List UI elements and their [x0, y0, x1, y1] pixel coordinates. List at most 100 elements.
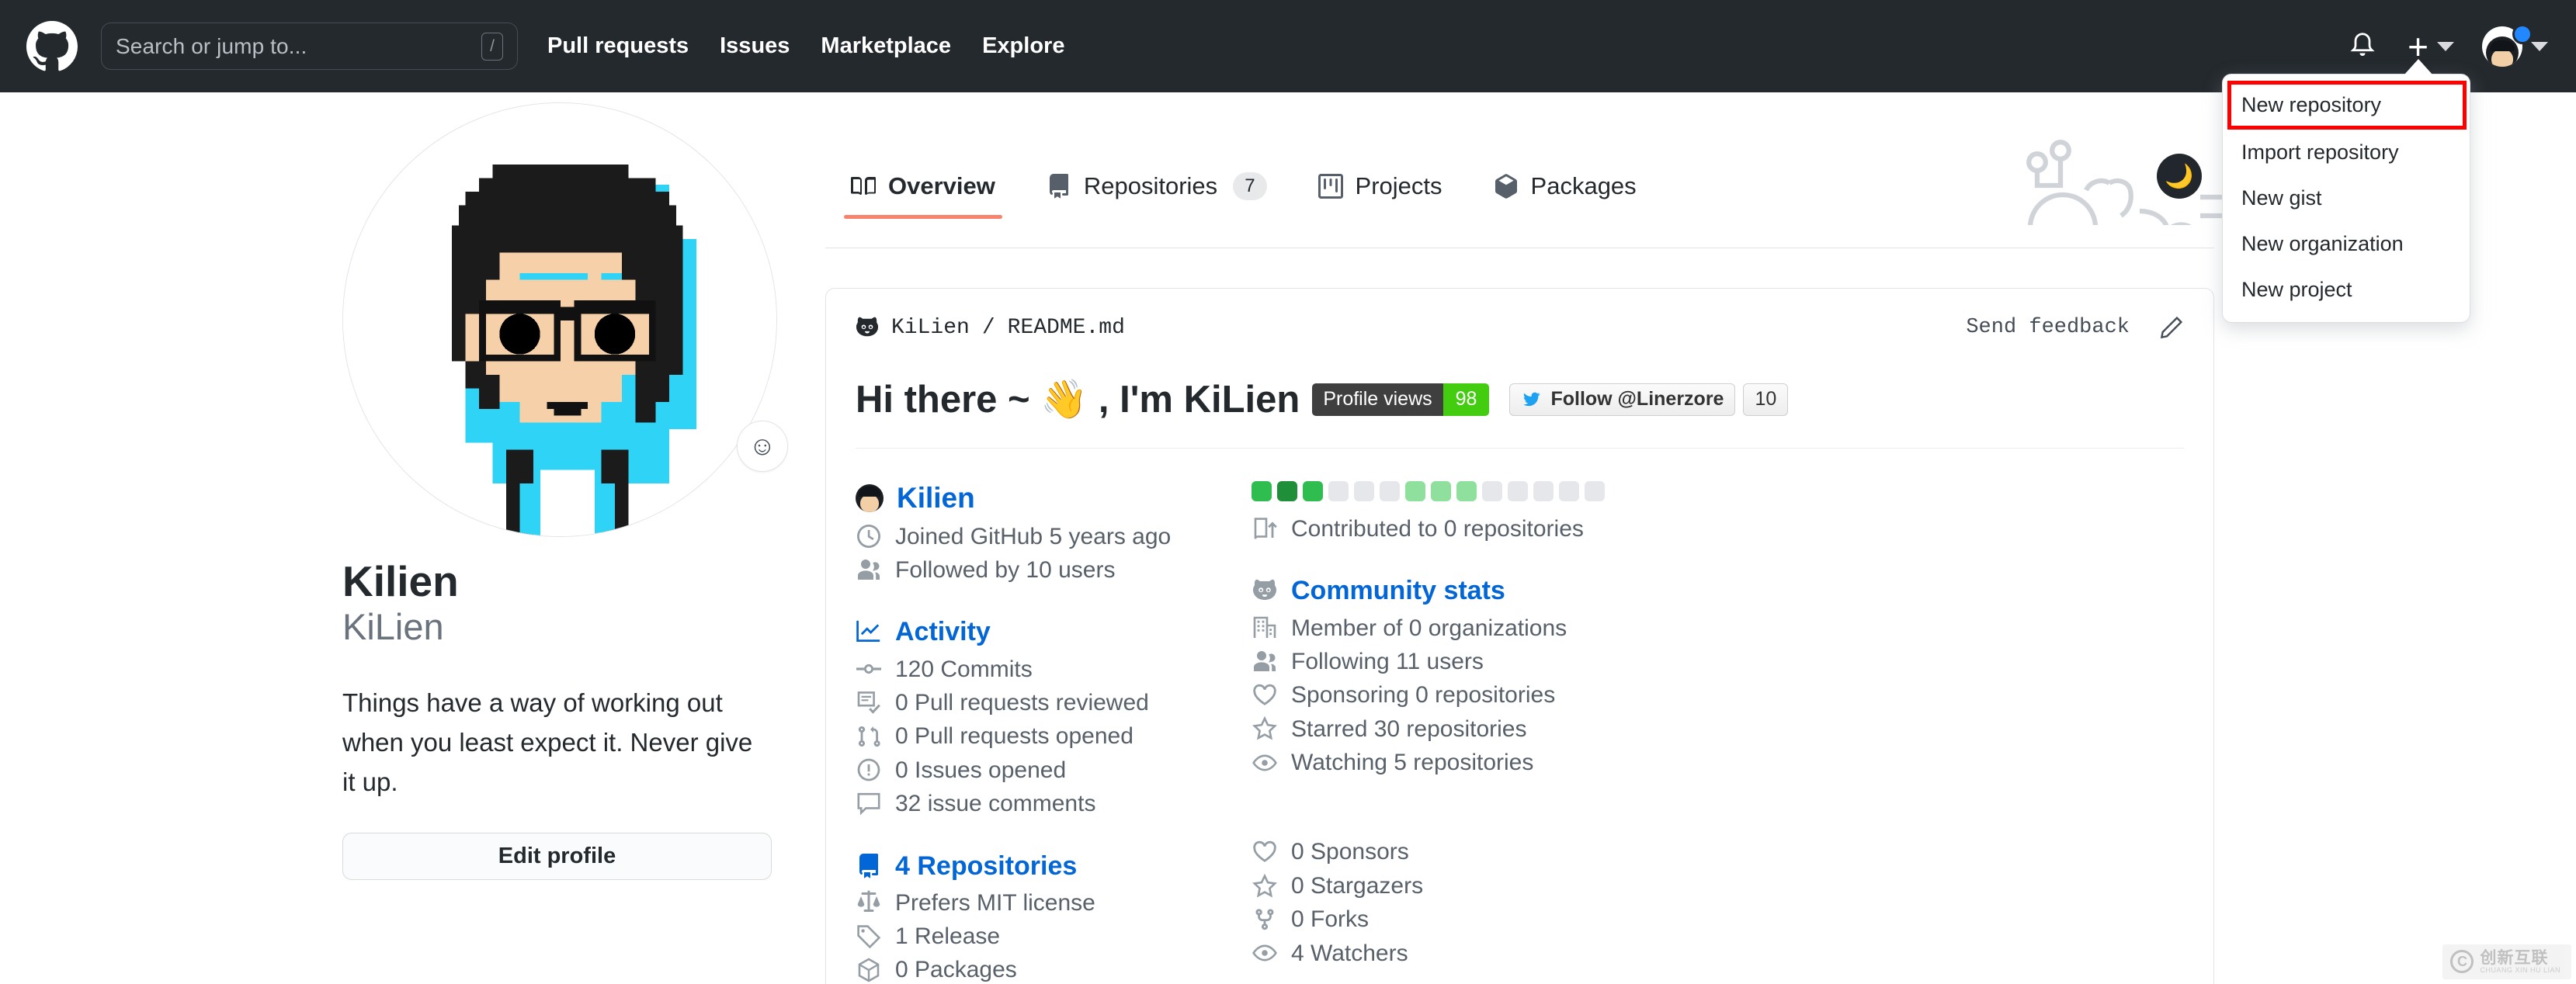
readme-heading: Hi there ~ 👋 , I'm KiLien [856, 379, 1300, 421]
metrics-row: Sponsoring 0 repositories [1252, 678, 1826, 712]
dark-mode-toggle[interactable]: 🌙 [2157, 154, 2202, 199]
repo-forked-icon [1252, 906, 1278, 933]
metrics-row: 0 Pull requests opened [856, 719, 1252, 753]
metrics-text: 0 Packages [895, 957, 1017, 983]
notifications-button[interactable] [2341, 25, 2384, 68]
metrics-text: Joined GitHub 5 years ago [895, 523, 1172, 549]
create-new-dropdown-menu: New repository Import repository New gis… [2222, 74, 2470, 323]
metrics-row: 0 Stargazers [1252, 869, 1826, 903]
repo-icon [856, 853, 882, 879]
metrics-text: Following 11 users [1291, 648, 1484, 674]
set-status-button[interactable]: ☺ [737, 421, 788, 472]
metrics-right-column: Contributed to 0 repositories Community … [1252, 480, 1826, 984]
nav-issues[interactable]: Issues [720, 33, 790, 59]
tab-label: Overview [888, 172, 995, 199]
calendar-day-cell [1405, 481, 1425, 501]
repo-icon [1049, 174, 1068, 199]
commit-icon [856, 656, 882, 682]
metrics-row: Starred 30 repositories [1252, 712, 1826, 746]
nav-explore[interactable]: Explore [982, 33, 1064, 59]
twitter-bird-icon [1523, 392, 1540, 407]
menu-item-new-gist[interactable]: New gist [2223, 175, 2470, 221]
watermark-text-cn: 创新互联 [2480, 948, 2549, 967]
calendar-day-cell [1277, 481, 1297, 501]
tab-overview[interactable]: Overview [825, 172, 1021, 219]
calendar-day-cell [1380, 481, 1400, 501]
readme-separator: / [981, 315, 995, 340]
metrics-row: 0 Packages [856, 953, 1252, 984]
twitter-follow-count: 10 [1743, 383, 1789, 416]
watermark-text-en: CHUANG XIN HU LIAN [2480, 965, 2560, 974]
heart-icon [1252, 682, 1278, 709]
tab-projects[interactable]: Projects [1293, 172, 1468, 219]
calendar-day-cell [1431, 481, 1451, 501]
calendar-day-cell [1482, 481, 1502, 501]
calendar-day-cell [1585, 481, 1605, 501]
clock-icon [856, 523, 882, 549]
eye-icon [1252, 940, 1278, 966]
calendar-day-cell [1303, 481, 1323, 501]
readme-owner[interactable]: KiLien [891, 316, 970, 340]
create-new-button[interactable]: + [2408, 29, 2454, 64]
metrics-row: Watching 5 repositories [1252, 746, 1826, 779]
menu-item-new-repository[interactable]: New repository [2227, 81, 2467, 130]
heart-icon [1252, 839, 1278, 865]
calendar-day-cell [1559, 481, 1579, 501]
repo-push-icon [1252, 516, 1278, 542]
profile-avatar[interactable] [342, 102, 777, 537]
nav-pull-requests[interactable]: Pull requests [547, 33, 689, 59]
tab-packages[interactable]: Packages [1468, 172, 1662, 219]
menu-item-new-organization[interactable]: New organization [2223, 221, 2470, 267]
profile-bio: Things have a way of working out when yo… [342, 688, 753, 797]
metrics-community-header: Community stats [1252, 573, 1826, 611]
metrics-text: Watching 5 repositories [1291, 750, 1534, 776]
contribution-calendar [1252, 481, 1826, 501]
metrics-text: 0 Pull requests reviewed [895, 689, 1149, 715]
issue-opened-icon [856, 757, 882, 783]
badge-value: 98 [1442, 383, 1490, 416]
search-placeholder: Search or jump to... [116, 33, 307, 58]
metrics-row: 0 Forks [1252, 903, 1826, 936]
calendar-day-cell [1328, 481, 1349, 501]
git-pull-request-icon [856, 723, 882, 750]
menu-item-import-repository[interactable]: Import repository [2223, 130, 2470, 175]
pencil-icon[interactable] [2159, 315, 2184, 340]
metrics-text: 0 Forks [1291, 906, 1370, 933]
metrics-left-column: Kilien Joined GitHub 5 years ago Followe… [856, 480, 1252, 984]
search-input[interactable]: Search or jump to... / [101, 23, 518, 70]
metrics-row: 32 issue comments [856, 787, 1252, 820]
github-mark-icon[interactable] [26, 20, 78, 72]
metrics-text: 32 issue comments [895, 791, 1096, 817]
bell-icon [2350, 32, 2375, 56]
edit-profile-button[interactable]: Edit profile [342, 833, 772, 881]
metrics-text: 1 Release [895, 923, 1001, 949]
profile-views-badge: Profile views 98 [1312, 383, 1490, 416]
metrics-text: Contributed to 0 repositories [1291, 516, 1584, 542]
readme-file[interactable]: README.md [1008, 316, 1125, 340]
tab-count-badge: 7 [1233, 172, 1267, 200]
calendar-day-cell [1456, 481, 1477, 501]
star-icon [1252, 715, 1278, 742]
notification-dot-icon [2512, 23, 2533, 44]
metrics-user-name[interactable]: Kilien [897, 481, 975, 515]
metrics-row: Member of 0 organizations [1252, 612, 1826, 645]
calendar-day-cell [1252, 481, 1272, 501]
graph-icon [856, 618, 882, 645]
metrics-text: 0 Stargazers [1291, 872, 1424, 899]
metrics-text: Followed by 10 users [895, 557, 1116, 584]
twitter-follow-badge[interactable]: Follow @Linerzore [1509, 383, 1736, 416]
tab-repositories[interactable]: Repositories 7 [1021, 172, 1293, 219]
metrics-activity-title[interactable]: Activity [895, 616, 991, 647]
metrics-row: 0 Sponsors [1252, 835, 1826, 868]
metrics-row: Joined GitHub 5 years ago [856, 520, 1252, 553]
menu-item-new-project[interactable]: New project [2223, 267, 2470, 313]
tab-label: Packages [1530, 172, 1637, 199]
metrics-repositories-title[interactable]: 4 Repositories [895, 851, 1077, 882]
send-feedback-link[interactable]: Send feedback [1966, 316, 2130, 339]
chevron-down-icon [2437, 41, 2454, 51]
profile-sidebar: ☺ Kilien KiLien Things have a way of wor… [342, 102, 788, 881]
nav-marketplace[interactable]: Marketplace [821, 33, 951, 59]
metrics-row: 0 Pull requests reviewed [856, 686, 1252, 719]
account-menu-button[interactable] [2482, 23, 2548, 67]
metrics-community-title[interactable]: Community stats [1291, 575, 1505, 606]
